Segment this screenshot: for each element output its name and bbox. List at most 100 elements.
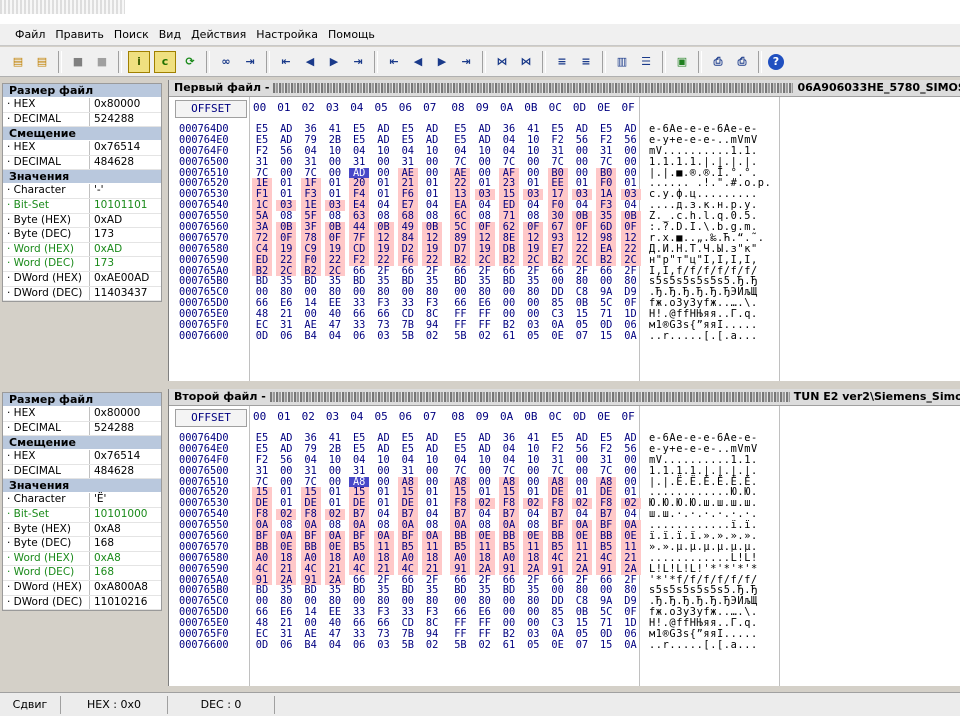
hex-byte[interactable]: 03: [374, 331, 394, 342]
hex-byte[interactable]: 7C: [548, 465, 568, 477]
first-page-icon[interactable]: ⇤: [384, 52, 404, 72]
hex-byte[interactable]: 02: [475, 640, 495, 651]
prev-page-icon[interactable]: ◀: [408, 52, 428, 72]
open-file2-icon[interactable]: ▤: [32, 52, 52, 72]
dword-hex-row[interactable]: · DWord (HEX) 0xA800A8: [3, 580, 161, 596]
hex-byte[interactable]: 15: [596, 640, 616, 651]
hex-byte[interactable]: 4C: [252, 563, 272, 575]
sync-right-icon[interactable]: ⋈: [516, 52, 536, 72]
print-icon[interactable]: ⎙: [708, 52, 728, 72]
hex-byte[interactable]: 2C: [474, 254, 495, 266]
hex-byte[interactable]: 31: [301, 156, 321, 168]
menu-actions[interactable]: Действия: [186, 28, 251, 41]
hex-byte[interactable]: 00: [572, 156, 592, 168]
file1-hex-view[interactable]: Первый файл - 06A906033HE_5780_SIMOS71_ O…: [168, 80, 960, 381]
hex-byte[interactable]: 00: [374, 156, 394, 168]
print-preview-icon[interactable]: ⎙: [732, 52, 752, 72]
hex-byte[interactable]: 21: [373, 563, 394, 575]
hex-byte[interactable]: 31: [398, 465, 418, 477]
hex-byte[interactable]: 00: [523, 156, 543, 168]
size-dec-row[interactable]: · DECIMAL 524288: [3, 421, 161, 437]
hex-byte[interactable]: 0A: [621, 331, 641, 342]
hex-byte[interactable]: 2C: [571, 254, 592, 266]
hex-byte[interactable]: 2C: [620, 254, 641, 266]
hex-byte[interactable]: 91: [596, 563, 617, 575]
hex-byte[interactable]: 02: [475, 331, 495, 342]
offset-hex-row[interactable]: · HEX 0x76514: [3, 141, 161, 156]
size-dec-row[interactable]: · DECIMAL 524288: [3, 112, 161, 128]
document-icon[interactable]: ▣: [672, 52, 692, 72]
gray-square-icon[interactable]: ■: [68, 52, 88, 72]
sync-left-icon[interactable]: ⋈: [492, 52, 512, 72]
hex-byte[interactable]: B2: [450, 254, 471, 266]
hex-byte[interactable]: 00: [475, 156, 495, 168]
hex-byte[interactable]: 4C: [300, 563, 321, 575]
hex-byte[interactable]: 0A: [621, 640, 641, 651]
hex-byte[interactable]: 91: [547, 563, 568, 575]
binoculars-icon[interactable]: ∞: [216, 52, 236, 72]
byte-dec-row[interactable]: · Byte (DEC) 173: [3, 228, 161, 243]
hex-byte[interactable]: 31: [252, 156, 272, 168]
dword-dec-row[interactable]: · DWord (DEC) 11010216: [3, 595, 161, 611]
menu-edit[interactable]: Править: [50, 28, 109, 41]
bitset-row[interactable]: · Bit-Set 10101000: [3, 507, 161, 523]
next-diff-icon[interactable]: ▶: [324, 52, 344, 72]
offset-dec-row[interactable]: · DECIMAL 484628: [3, 464, 161, 480]
hex-byte[interactable]: 21: [324, 563, 345, 575]
offset-hex-row[interactable]: · HEX 0x76514: [3, 450, 161, 465]
dword-dec-row[interactable]: · DWord (DEC) 11403437: [3, 286, 161, 302]
hex-byte[interactable]: 61: [499, 331, 519, 342]
hex-byte[interactable]: 31: [349, 156, 369, 168]
menu-settings[interactable]: Настройка: [251, 28, 323, 41]
hex-byte[interactable]: 04: [325, 640, 345, 651]
hex-byte[interactable]: 00: [276, 156, 296, 168]
word-hex-row[interactable]: · Word (HEX) 0xA8: [3, 551, 161, 567]
dword-hex-row[interactable]: · DWord (HEX) 0xAE00AD: [3, 271, 161, 287]
next-page-icon[interactable]: ▶: [432, 52, 452, 72]
hex-byte[interactable]: 31: [398, 156, 418, 168]
hex-byte[interactable]: 06: [276, 331, 296, 342]
hex-byte[interactable]: B4: [301, 331, 321, 342]
hex-byte[interactable]: 7C: [548, 156, 568, 168]
hex-byte[interactable]: 22: [324, 254, 345, 266]
hex-byte[interactable]: 02: [422, 331, 442, 342]
hex-byte[interactable]: 00: [422, 156, 442, 168]
ascii-text[interactable]: ..r.....[.[.a...: [649, 640, 758, 651]
hex-byte[interactable]: 00: [621, 156, 641, 168]
word-dec-row[interactable]: · Word (DEC) 168: [3, 566, 161, 581]
hex-byte[interactable]: 4C: [349, 563, 370, 575]
byte-dec-row[interactable]: · Byte (DEC) 168: [3, 537, 161, 552]
offset-dec-row[interactable]: · DECIMAL 484628: [3, 155, 161, 171]
help-icon[interactable]: ?: [768, 53, 784, 70]
hex-byte[interactable]: B2: [499, 254, 519, 266]
hex-byte[interactable]: 0D: [252, 331, 272, 342]
hex-byte[interactable]: 5B: [450, 331, 470, 342]
hex-byte[interactable]: 00: [374, 465, 394, 477]
hex-byte[interactable]: 2A: [523, 563, 544, 575]
hex-byte[interactable]: 7C: [499, 465, 519, 477]
hex-byte[interactable]: 00: [523, 465, 543, 477]
open-file1-icon[interactable]: ▤: [8, 52, 28, 72]
byte-hex-row[interactable]: · Byte (HEX) 0xAD: [3, 213, 161, 229]
find-next-icon[interactable]: ⇥: [240, 52, 260, 72]
hex-byte[interactable]: 05: [523, 640, 543, 651]
ascii-text[interactable]: L!L!L!L!'*'*'*'*: [649, 563, 758, 575]
hex-byte[interactable]: 7C: [499, 156, 519, 168]
hex-byte[interactable]: F6: [397, 254, 418, 266]
hex-byte[interactable]: 00: [325, 156, 345, 168]
hex-byte[interactable]: 7C: [596, 156, 616, 168]
hex-byte[interactable]: F0: [300, 254, 321, 266]
hex-byte[interactable]: 07: [572, 331, 592, 342]
hex-byte[interactable]: 22: [373, 254, 394, 266]
hex-byte[interactable]: 31: [301, 465, 321, 477]
hex-byte[interactable]: 05: [523, 331, 543, 342]
hex-byte[interactable]: 61: [499, 640, 519, 651]
copy-right-icon[interactable]: ≡: [576, 52, 596, 72]
hex-byte[interactable]: F2: [349, 254, 370, 266]
byte-hex-row[interactable]: · Byte (HEX) 0xA8: [3, 522, 161, 538]
hex-byte[interactable]: 22: [276, 254, 297, 266]
hex-byte[interactable]: 00: [572, 465, 592, 477]
prev-diff-icon[interactable]: ◀: [300, 52, 320, 72]
word-hex-row[interactable]: · Word (HEX) 0xAD: [3, 242, 161, 258]
gray-square-icon[interactable]: ■: [92, 52, 112, 72]
